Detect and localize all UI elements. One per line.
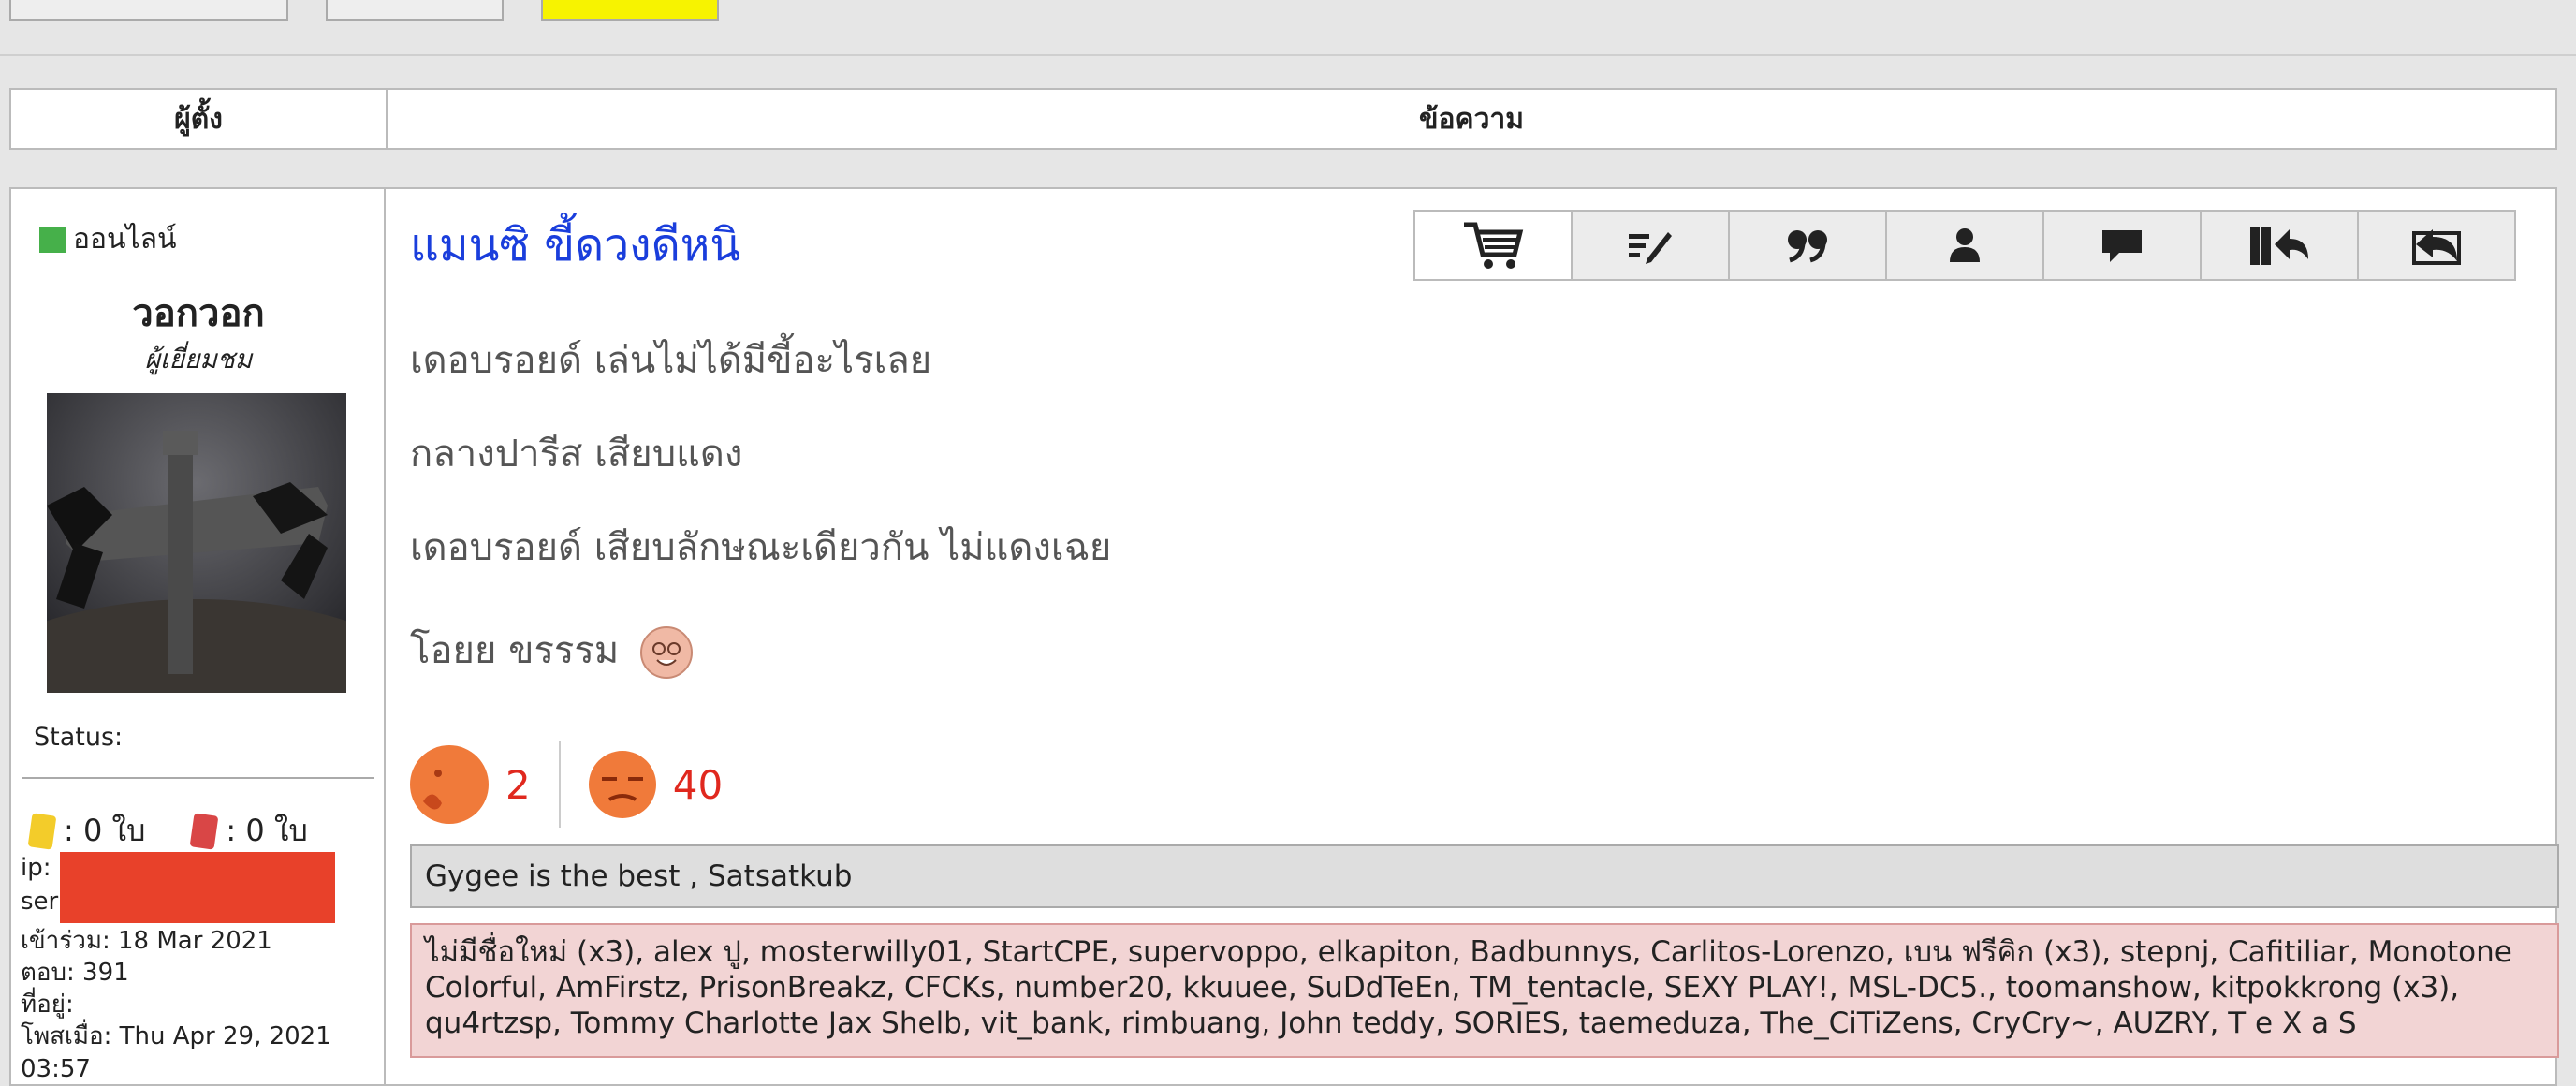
avatar-image — [47, 393, 346, 693]
header-author: ผู้ตั้ง — [11, 90, 388, 148]
post-action-toolbar — [1413, 210, 2516, 281]
post-title[interactable]: แมนซิ ขี้ดวงดีหนิ — [410, 210, 740, 281]
online-indicator-icon — [39, 226, 66, 253]
signature: Gygee is the best , Satsatkub — [410, 844, 2559, 908]
post-line-3: เดอบรอยด์ เสียบลักษณะเดียวกัน ไม่แดงเฉย — [410, 526, 1112, 569]
dislike-reaction-icon[interactable] — [588, 751, 656, 818]
posted-time: โพสเมื่อ: Thu Apr 29, 2021 03:57 — [21, 1022, 331, 1083]
username[interactable]: วอกวอก — [11, 283, 386, 343]
divider — [558, 741, 561, 828]
divider — [0, 54, 2576, 56]
header-message: ข้อความ — [1418, 102, 1525, 136]
topic-header: ผู้ตั้ง ข้อความ — [9, 88, 2557, 150]
user-panel: ออนไลน์ วอกวอก ผู้เยี่ยมชม Status:: 0 ใ… — [11, 189, 386, 1084]
post-content: แมนซิ ขี้ดวงดีหนิ เดอบรอยด์ เล่นไม่ได้มี… — [386, 189, 2559, 1084]
quote-icon — [1788, 230, 1827, 263]
red-card-icon — [190, 812, 219, 850]
post-line-2: กลางปารีส เสียบแดง — [410, 433, 743, 476]
like-count: 2 — [505, 761, 531, 808]
cart-icon — [1464, 222, 1524, 269]
message-button[interactable] — [2042, 210, 2202, 281]
message-icon — [2102, 230, 2142, 262]
reply-icon — [2412, 229, 2461, 265]
server-label: ser — [21, 888, 59, 916]
yellow-card-icon — [27, 812, 57, 850]
reactions: 2 40 — [410, 741, 723, 828]
yellow-card-count: : 0 ใบ — [64, 813, 146, 848]
ip-label: ip: — [21, 854, 51, 882]
red-card-count: : 0 ใบ — [226, 813, 308, 848]
reply-button[interactable] — [2357, 210, 2516, 281]
top-button-1[interactable] — [9, 0, 288, 21]
post-line-4-container: โอยย ขรรรม — [410, 620, 693, 680]
top-button-2[interactable] — [326, 0, 504, 21]
shop-button[interactable] — [1413, 210, 1573, 281]
post-line-4: โอยย ขรรรม — [410, 629, 620, 672]
divider — [22, 777, 374, 779]
post: ออนไลน์ วอกวอก ผู้เยี่ยมชม Status:: 0 ใ… — [9, 187, 2559, 1086]
report-icon — [2250, 227, 2308, 265]
dislike-count: 40 — [672, 761, 724, 808]
avatar[interactable] — [47, 393, 346, 693]
top-button-3[interactable] — [541, 0, 719, 21]
smiley-emoticon-icon — [639, 626, 693, 679]
report-button[interactable] — [2200, 210, 2359, 281]
likers-list: ไม่มีชื่อใหม่ (x3), alex ปู, mosterwilly… — [410, 923, 2559, 1058]
status-label: Status: — [34, 723, 124, 752]
edit-button[interactable] — [1571, 210, 1730, 281]
like-reaction-icon[interactable] — [410, 745, 489, 824]
user-rank: ผู้เยี่ยมชม — [144, 344, 253, 374]
profile-icon — [1950, 228, 1980, 262]
online-status: ออนไลน์ — [39, 217, 177, 261]
post-line-1: เดอบรอยด์ เล่นไม่ได้มีขี้อะไรเลย — [410, 339, 932, 382]
quote-button[interactable] — [1728, 210, 1887, 281]
edit-icon — [1629, 232, 1672, 264]
profile-button[interactable] — [1885, 210, 2044, 281]
online-label: ออนไลน์ — [73, 223, 177, 256]
cards-summary: : 0 ใบ : 0 ใบ — [27, 807, 308, 855]
redacted-box — [60, 852, 335, 923]
